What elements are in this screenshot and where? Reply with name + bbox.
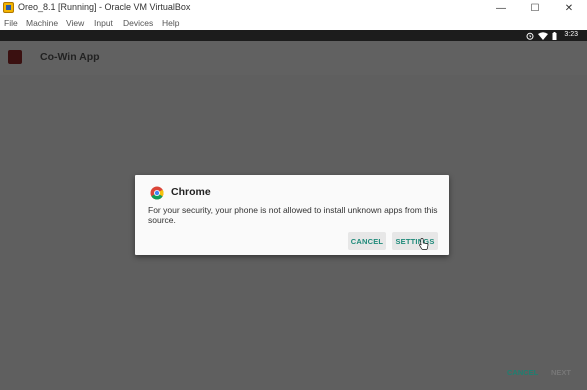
battery-icon bbox=[552, 31, 557, 40]
menu-input[interactable]: Input bbox=[94, 18, 113, 28]
menu-file[interactable]: File bbox=[4, 18, 18, 28]
vm-window-titlebar: Oreo_8.1 [Running] - Oracle VM VirtualBo… bbox=[0, 0, 587, 16]
wifi-icon bbox=[538, 31, 548, 40]
virtualbox-icon bbox=[3, 2, 14, 13]
app-bar: Co-Win App bbox=[0, 41, 587, 75]
menu-devices[interactable]: Devices bbox=[123, 18, 153, 28]
dialog-message: For your security, your phone is not all… bbox=[148, 205, 438, 225]
window-title: Oreo_8.1 [Running] - Oracle VM VirtualBo… bbox=[18, 2, 191, 12]
bottom-cancel-button[interactable]: CANCEL bbox=[507, 368, 538, 377]
dialog-cancel-button[interactable]: CANCEL bbox=[348, 232, 386, 250]
alarm-icon bbox=[526, 32, 534, 40]
app-logo-icon bbox=[8, 50, 22, 64]
pointer-cursor-icon bbox=[419, 238, 429, 250]
menu-machine[interactable]: Machine bbox=[26, 18, 58, 28]
close-button[interactable]: ✕ bbox=[552, 0, 586, 16]
minimize-button[interactable]: — bbox=[484, 0, 518, 16]
maximize-button[interactable]: ☐ bbox=[518, 0, 552, 16]
menu-help[interactable]: Help bbox=[162, 18, 179, 28]
dialog-title: Chrome bbox=[171, 186, 211, 198]
status-bar: 3:23 bbox=[0, 30, 587, 41]
menu-view[interactable]: View bbox=[66, 18, 84, 28]
android-screen: 3:23 Co-Win App Chrome For your security… bbox=[0, 30, 587, 390]
chrome-icon bbox=[150, 186, 164, 200]
status-icons bbox=[526, 31, 557, 40]
dialog-settings-button[interactable]: SETTINGS bbox=[392, 232, 438, 250]
app-title: Co-Win App bbox=[40, 51, 100, 63]
bottom-next-button[interactable]: NEXT bbox=[551, 368, 571, 377]
status-time: 3:23 bbox=[564, 31, 578, 38]
menu-bar: File Machine View Input Devices Help bbox=[0, 16, 587, 30]
install-blocked-dialog: Chrome For your security, your phone is … bbox=[135, 175, 449, 255]
